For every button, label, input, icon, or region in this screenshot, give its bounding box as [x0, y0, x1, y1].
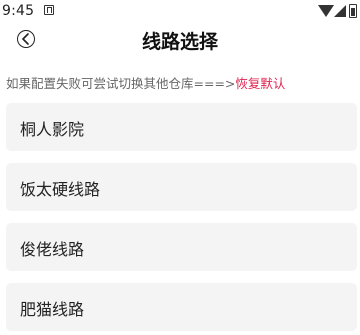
route-label: 桐人影院 — [20, 120, 85, 139]
hint-line: 如果配置失败可尝试切换其他仓库===>恢复默认 — [6, 73, 285, 92]
route-list: 桐人影院 饭太硬线路 俊佬线路 肥猫线路 — [6, 103, 357, 335]
status-bar: 9:45 — [0, 0, 360, 24]
screen: 9:45 线路选择 如果配置失败可尝试切换其他仓库===>恢复默认 桐人影院 饭… — [0, 0, 360, 335]
route-item-tongren[interactable]: 桐人影院 — [6, 103, 357, 151]
restore-default-link[interactable]: 恢复默认 — [235, 76, 285, 91]
route-label: 俊佬线路 — [20, 240, 85, 259]
route-item-junlao[interactable]: 俊佬线路 — [6, 223, 357, 271]
status-time: 9:45 — [2, 3, 35, 19]
battery-icon — [349, 4, 357, 18]
hint-text: 如果配置失败可尝试切换其他仓库===> — [6, 76, 236, 91]
wifi-icon — [318, 5, 334, 17]
route-label: 饭太硬线路 — [20, 180, 101, 199]
signal-icon — [334, 5, 346, 17]
route-item-feimao[interactable]: 肥猫线路 — [6, 283, 357, 331]
page-title: 线路选择 — [141, 31, 218, 53]
route-item-fantaiying[interactable]: 饭太硬线路 — [6, 163, 357, 211]
notification-a-icon — [44, 5, 54, 15]
header: 线路选择 — [0, 24, 360, 58]
route-label: 肥猫线路 — [20, 300, 85, 319]
